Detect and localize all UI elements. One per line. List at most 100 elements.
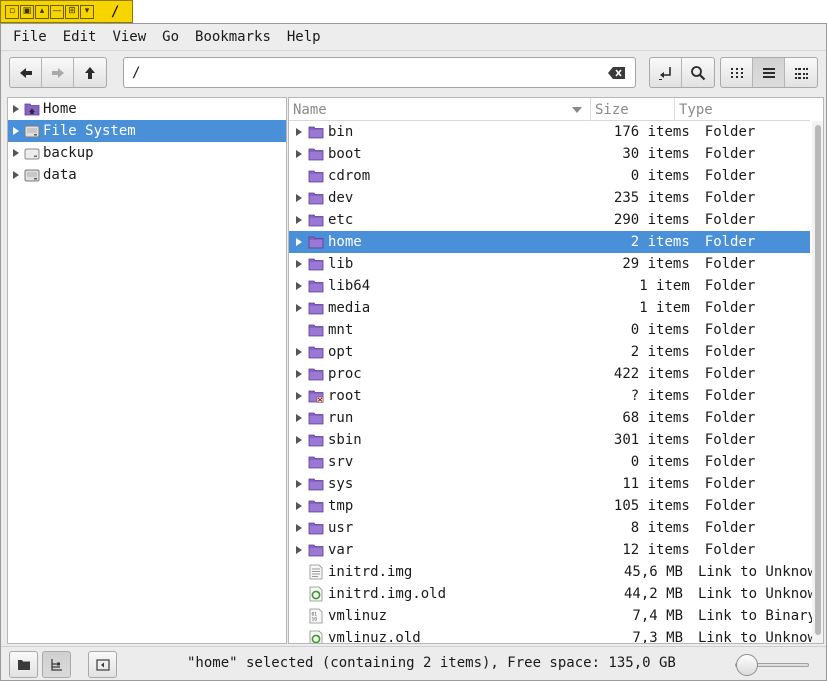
- search-icon: [691, 65, 706, 80]
- expander-arrow-icon[interactable]: [291, 121, 307, 143]
- file-size: 301 items: [613, 432, 690, 448]
- file-name: initrd.img: [328, 564, 413, 580]
- forward-button[interactable]: [42, 58, 74, 87]
- menu-help[interactable]: Help: [279, 29, 329, 45]
- expander-arrow-icon[interactable]: [291, 143, 307, 165]
- file-row-mnt[interactable]: mnt 0 items Folder: [289, 319, 810, 341]
- expander-arrow-icon[interactable]: [291, 253, 307, 275]
- sidebar-item-backup[interactable]: backup: [8, 142, 286, 164]
- file-row-srv[interactable]: srv 0 items Folder: [289, 451, 810, 473]
- menu-file[interactable]: File: [5, 29, 55, 45]
- file-row-var[interactable]: var 12 items Folder: [289, 539, 810, 561]
- expander-arrow-icon[interactable]: [291, 363, 307, 385]
- list-view-button[interactable]: [753, 58, 785, 87]
- expander-arrow-icon[interactable]: [291, 187, 307, 209]
- file-row-bin[interactable]: bin 176 items Folder: [289, 121, 810, 143]
- sidebar-item-data[interactable]: data: [8, 164, 286, 186]
- hide-sidebar-button[interactable]: [88, 651, 117, 678]
- expander-arrow-icon[interactable]: [291, 385, 307, 407]
- file-row-etc[interactable]: etc 290 items Folder: [289, 209, 810, 231]
- expander-arrow-icon[interactable]: [291, 275, 307, 297]
- file-name: sbin: [328, 432, 362, 448]
- file-type: Link to Binary: [698, 608, 817, 624]
- column-header-type[interactable]: Type: [675, 98, 810, 121]
- minimize-icon[interactable]: ▫: [5, 4, 19, 19]
- column-header-name[interactable]: Name: [289, 98, 591, 121]
- file-row-lib[interactable]: lib 29 items Folder: [289, 253, 810, 275]
- file-row-sbin[interactable]: sbin 301 items Folder: [289, 429, 810, 451]
- window-titlebar[interactable]: ▫ ▣ ▴ — ⊞ ▾ /: [0, 0, 133, 23]
- menu-edit[interactable]: Edit: [55, 29, 105, 45]
- restore-icon[interactable]: ▣: [20, 4, 34, 19]
- expander-arrow-icon[interactable]: [8, 120, 24, 142]
- file-row-root[interactable]: root ? items Folder: [289, 385, 810, 407]
- expander-arrow-icon: [291, 583, 307, 605]
- file-row-dev[interactable]: dev 235 items Folder: [289, 187, 810, 209]
- sidebar-item-home[interactable]: Home: [8, 98, 286, 120]
- expander-arrow-icon[interactable]: [8, 164, 24, 186]
- expander-arrow-icon[interactable]: [291, 297, 307, 319]
- file-row-run[interactable]: run 68 items Folder: [289, 407, 810, 429]
- file-row-cdrom[interactable]: cdrom 0 items Folder: [289, 165, 810, 187]
- up-button[interactable]: [74, 58, 106, 87]
- vertical-scrollbar[interactable]: [812, 121, 823, 643]
- compact-view-button[interactable]: [785, 58, 817, 87]
- location-input[interactable]: /: [132, 65, 140, 81]
- view-mode-buttons: [720, 57, 818, 88]
- file-type: Folder: [704, 190, 756, 206]
- file-name: usr: [328, 520, 354, 536]
- expander-arrow-icon[interactable]: [291, 407, 307, 429]
- file-row-initrd-img-old[interactable]: initrd.img.old 44,2 MB Link to Unknown: [289, 583, 823, 605]
- file-row-media[interactable]: media 1 item Folder: [289, 297, 810, 319]
- file-row-vmlinuz-old[interactable]: vmlinuz.old 7,3 MB Link to Unknown: [289, 627, 823, 643]
- file-type: Folder: [704, 124, 756, 140]
- open-location-button[interactable]: [650, 58, 682, 87]
- expander-arrow-icon[interactable]: [8, 142, 24, 164]
- back-button[interactable]: [10, 58, 42, 87]
- expander-arrow-icon[interactable]: [291, 517, 307, 539]
- search-button[interactable]: [682, 58, 714, 87]
- show-tree-button[interactable]: [42, 651, 71, 678]
- folder-icon: [307, 542, 325, 558]
- stick-icon[interactable]: —: [50, 4, 64, 19]
- zoom-slider-knob[interactable]: [735, 654, 758, 676]
- maximize-icon[interactable]: ⊞: [65, 4, 79, 19]
- menu-bookmarks[interactable]: Bookmarks: [187, 29, 279, 45]
- file-row-vmlinuz[interactable]: 01 10 vmlinuz 7,4 MB Link to Binary: [289, 605, 817, 627]
- expander-arrow-icon[interactable]: [291, 539, 307, 561]
- file-row-initrd-img[interactable]: initrd.img 45,6 MB Link to Unknown: [289, 561, 823, 583]
- expander-arrow-icon[interactable]: [8, 98, 24, 120]
- file-row-lib64[interactable]: lib64 1 item Folder: [289, 275, 810, 297]
- folder-icon: [307, 410, 325, 426]
- file-name: cdrom: [328, 168, 371, 184]
- column-header-size[interactable]: Size: [591, 98, 675, 121]
- file-row-opt[interactable]: opt 2 items Folder: [289, 341, 810, 363]
- expander-arrow-icon[interactable]: [291, 231, 307, 253]
- location-bar[interactable]: /: [123, 57, 636, 88]
- expander-arrow-icon[interactable]: [291, 341, 307, 363]
- file-row-boot[interactable]: boot 30 items Folder: [289, 143, 810, 165]
- file-row-home[interactable]: home 2 items Folder: [289, 231, 810, 253]
- menu-view[interactable]: View: [104, 29, 154, 45]
- expander-arrow-icon: [291, 561, 307, 583]
- menu-go[interactable]: Go: [154, 29, 187, 45]
- file-row-tmp[interactable]: tmp 105 items Folder: [289, 495, 810, 517]
- file-row-sys[interactable]: sys 11 items Folder: [289, 473, 810, 495]
- icon-view-button[interactable]: [721, 58, 753, 87]
- expander-arrow-icon[interactable]: [291, 209, 307, 231]
- scrollbar-thumb[interactable]: [815, 125, 821, 635]
- clear-location-button[interactable]: [607, 65, 627, 80]
- close-icon[interactable]: ▾: [80, 4, 94, 19]
- expander-arrow-icon[interactable]: [291, 429, 307, 451]
- folder-icon: [307, 146, 325, 162]
- file-row-proc[interactable]: proc 422 items Folder: [289, 363, 810, 385]
- sidebar-item-file-system[interactable]: File System: [8, 120, 286, 142]
- list-view-icon: [762, 67, 775, 78]
- sort-descending-icon: [572, 107, 582, 113]
- show-places-button[interactable]: [9, 651, 38, 678]
- expander-arrow-icon[interactable]: [291, 473, 307, 495]
- file-size: 44,2 MB: [623, 586, 683, 602]
- shade-icon[interactable]: ▴: [35, 4, 49, 19]
- expander-arrow-icon[interactable]: [291, 495, 307, 517]
- file-row-usr[interactable]: usr 8 items Folder: [289, 517, 810, 539]
